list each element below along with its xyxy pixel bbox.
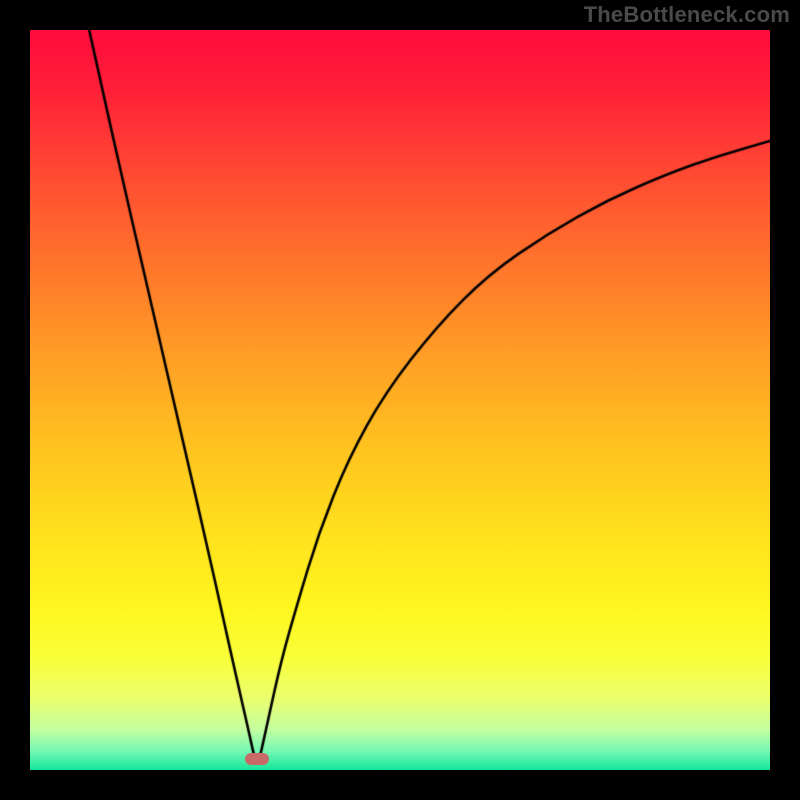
plot-area [30,30,770,770]
watermark-text: TheBottleneck.com [584,2,790,28]
chart-frame: TheBottleneck.com [0,0,800,800]
bottleneck-curve [30,30,770,770]
dip-marker [245,753,269,765]
